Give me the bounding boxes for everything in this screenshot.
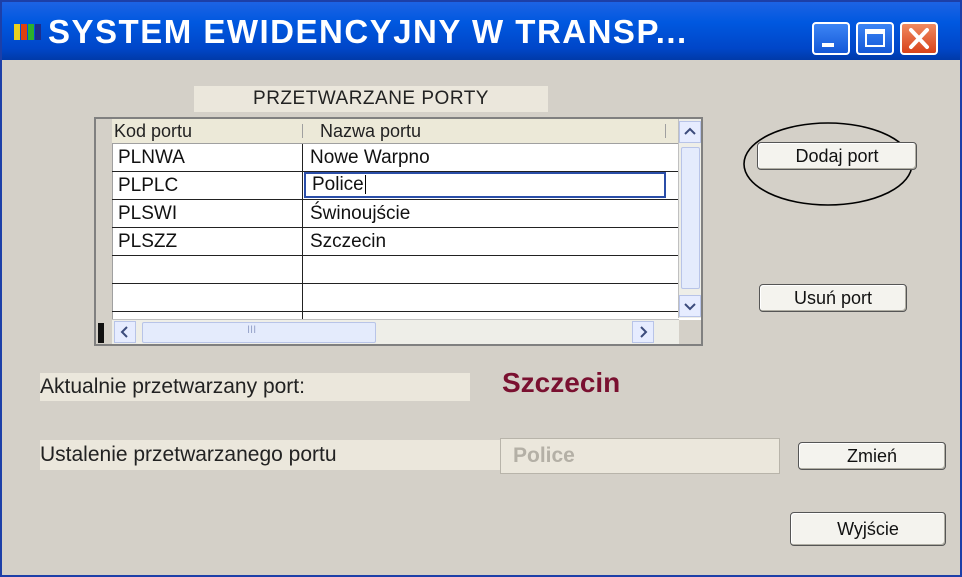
current-port-label: Aktualnie przetwarzany port: xyxy=(40,373,470,401)
table-row[interactable]: PLNWA Nowe Warpno xyxy=(112,144,679,172)
ports-grid[interactable]: Kod portu Nazwa portu PLNWA Nowe Warpno … xyxy=(94,117,703,346)
set-port-label: Ustalenie przetwarzanego portu xyxy=(40,440,502,470)
table-row[interactable]: PLSZZ Szczecin xyxy=(112,228,679,256)
exit-button[interactable]: Wyjście xyxy=(790,512,946,546)
port-code-cell[interactable] xyxy=(118,284,298,311)
change-button[interactable]: Zmień xyxy=(798,442,946,470)
table-row[interactable] xyxy=(112,284,679,312)
ports-header-label: PRZETWARZANE PORTY xyxy=(194,86,548,112)
port-name-cell[interactable] xyxy=(304,284,666,311)
current-port-value: Szczecin xyxy=(502,367,621,398)
set-port-input[interactable]: Police xyxy=(500,438,780,474)
port-code-cell[interactable]: PLSWI xyxy=(118,200,298,227)
minimize-button[interactable] xyxy=(812,22,850,55)
maximize-button[interactable] xyxy=(856,22,894,55)
row-indicator-column xyxy=(96,119,113,344)
scrollbar-corner xyxy=(679,320,701,344)
close-icon xyxy=(909,28,929,49)
add-port-button[interactable]: Dodaj port xyxy=(757,142,917,170)
column-header-name[interactable]: Nazwa portu xyxy=(320,119,660,143)
vertical-scrollbar[interactable] xyxy=(678,119,701,318)
grid-header: Kod portu Nazwa portu xyxy=(112,119,679,144)
main-window: SYSTEM EWIDENCYJNY W TRANSP... PRZETWARZ… xyxy=(0,0,962,577)
scroll-down-button[interactable] xyxy=(679,295,701,317)
scroll-grip-mark: III xyxy=(247,324,257,336)
port-name-text: Police xyxy=(312,174,364,195)
app-icon xyxy=(14,24,41,40)
table-row[interactable]: PLPLC Police xyxy=(112,172,679,200)
title-bar[interactable]: SYSTEM EWIDENCYJNY W TRANSP... xyxy=(2,2,960,60)
row-marker xyxy=(98,323,104,343)
scroll-down-icon xyxy=(684,303,696,311)
port-name-cell[interactable]: Świnoujście xyxy=(304,200,666,227)
scroll-up-icon xyxy=(684,127,696,135)
port-name-cell[interactable]: Szczecin xyxy=(304,228,666,255)
port-name-cell[interactable] xyxy=(304,256,666,283)
scroll-right-icon xyxy=(640,326,648,338)
maximize-icon xyxy=(865,29,885,47)
port-name-cell[interactable]: Nowe Warpno xyxy=(304,144,666,171)
column-separator[interactable] xyxy=(302,124,303,138)
port-name-cell-editing[interactable]: Police xyxy=(304,172,666,198)
grid-rows: PLNWA Nowe Warpno PLPLC Police PLSWI Świ… xyxy=(112,144,679,312)
column-header-code[interactable]: Kod portu xyxy=(114,119,292,143)
scroll-right-button[interactable] xyxy=(632,321,654,343)
column-separator[interactable] xyxy=(665,124,666,138)
text-caret xyxy=(364,175,366,195)
scroll-up-button[interactable] xyxy=(679,121,701,143)
port-code-cell[interactable] xyxy=(118,256,298,283)
horizontal-scrollbar[interactable]: III xyxy=(112,319,679,344)
port-code-cell[interactable]: PLSZZ xyxy=(118,228,298,255)
scroll-left-icon xyxy=(120,326,128,338)
scroll-left-button[interactable] xyxy=(114,321,136,343)
remove-port-button[interactable]: Usuń port xyxy=(759,284,907,312)
close-button[interactable] xyxy=(900,22,938,55)
horizontal-scroll-thumb[interactable]: III xyxy=(142,322,376,343)
window-title: SYSTEM EWIDENCYJNY W TRANSP... xyxy=(48,13,688,50)
minimize-icon xyxy=(822,43,834,47)
table-row[interactable]: PLSWI Świnoujście xyxy=(112,200,679,228)
vertical-scroll-thumb[interactable] xyxy=(681,147,700,289)
port-code-cell[interactable]: PLNWA xyxy=(118,144,298,171)
port-code-cell[interactable]: PLPLC xyxy=(118,172,298,199)
table-row[interactable] xyxy=(112,256,679,284)
